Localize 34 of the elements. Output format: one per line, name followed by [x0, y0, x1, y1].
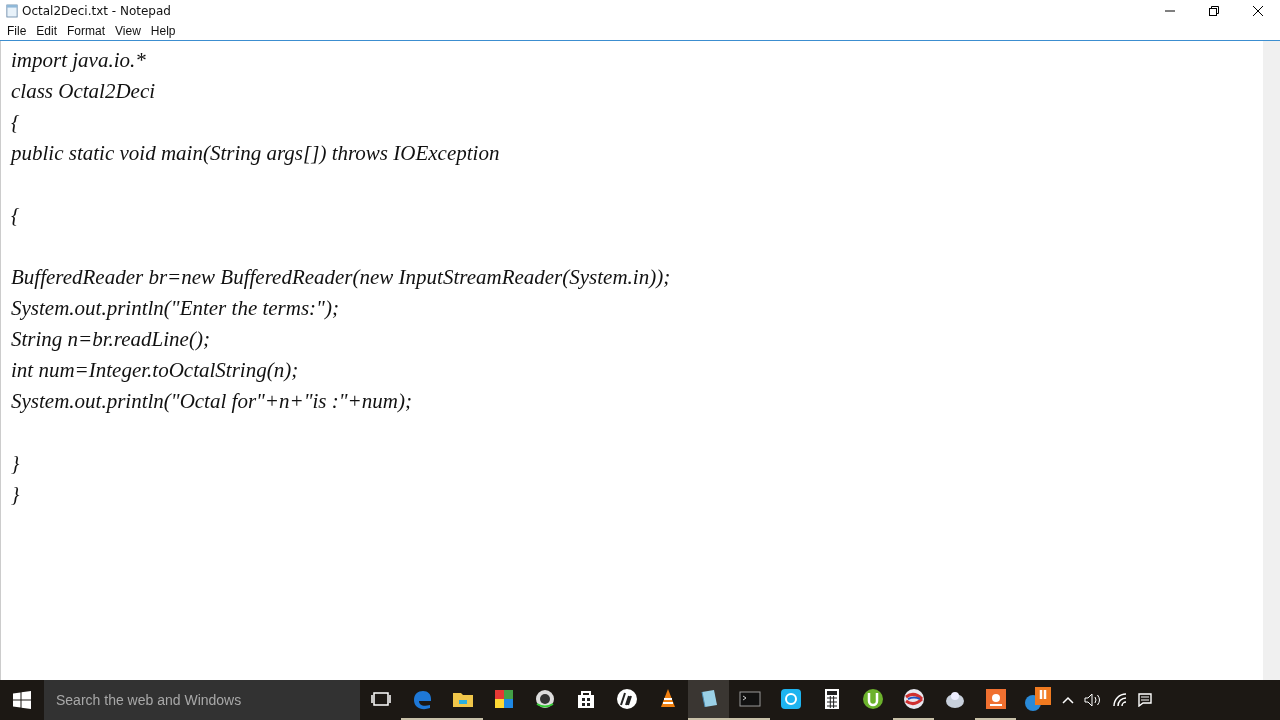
sync-icon: [778, 687, 803, 711]
torrent-icon: [860, 687, 885, 711]
notification-icon[interactable]: [1138, 693, 1152, 707]
search-field[interactable]: Search the web and Windows: [44, 680, 360, 720]
code-line: {: [11, 110, 20, 134]
code-line: import java.io.*: [11, 48, 146, 72]
volume-icon[interactable]: [1084, 693, 1102, 707]
code-line: }: [11, 451, 20, 475]
camera-icon: [983, 687, 1008, 711]
code-line: BufferedReader br=new BufferedReader(new InputStreamReader(System.in));: [11, 265, 671, 289]
sphere-icon: [901, 687, 926, 711]
menu-item[interactable]: Format: [62, 24, 111, 38]
taskbar-button[interactable]: [688, 680, 729, 720]
menu-item[interactable]: File: [2, 24, 32, 38]
code-line: {: [11, 203, 20, 227]
scrollbar[interactable]: [1263, 41, 1280, 680]
code-line: System.out.println("Enter the terms:");: [11, 296, 339, 320]
menu-item[interactable]: Help: [145, 24, 181, 38]
code-line: int num=Integer.toOctalString(n);: [11, 358, 299, 382]
notepad-icon: [6, 4, 18, 18]
code-line: String n=br.readLine();: [11, 327, 210, 351]
code-line: class Octal2Deci: [11, 79, 156, 103]
close-icon: [1253, 6, 1263, 16]
restore-icon: [1209, 6, 1219, 16]
code-line: System.out.println("Octal for"+n+"is :"+num);: [11, 389, 412, 413]
wifi-icon[interactable]: [1112, 693, 1128, 707]
menu-item[interactable]: Edit: [31, 24, 63, 38]
code-line: }: [11, 482, 20, 506]
menu-item[interactable]: View: [110, 24, 146, 38]
chevron-up-icon[interactable]: [1062, 696, 1074, 704]
code-line: public static void main(String args[]) throws IOException: [11, 141, 500, 165]
window-title: Octal2Deci.txt - Notepad: [22, 4, 171, 18]
alert-icon[interactable]: [1022, 686, 1052, 714]
windows-logo-icon: [13, 691, 31, 709]
